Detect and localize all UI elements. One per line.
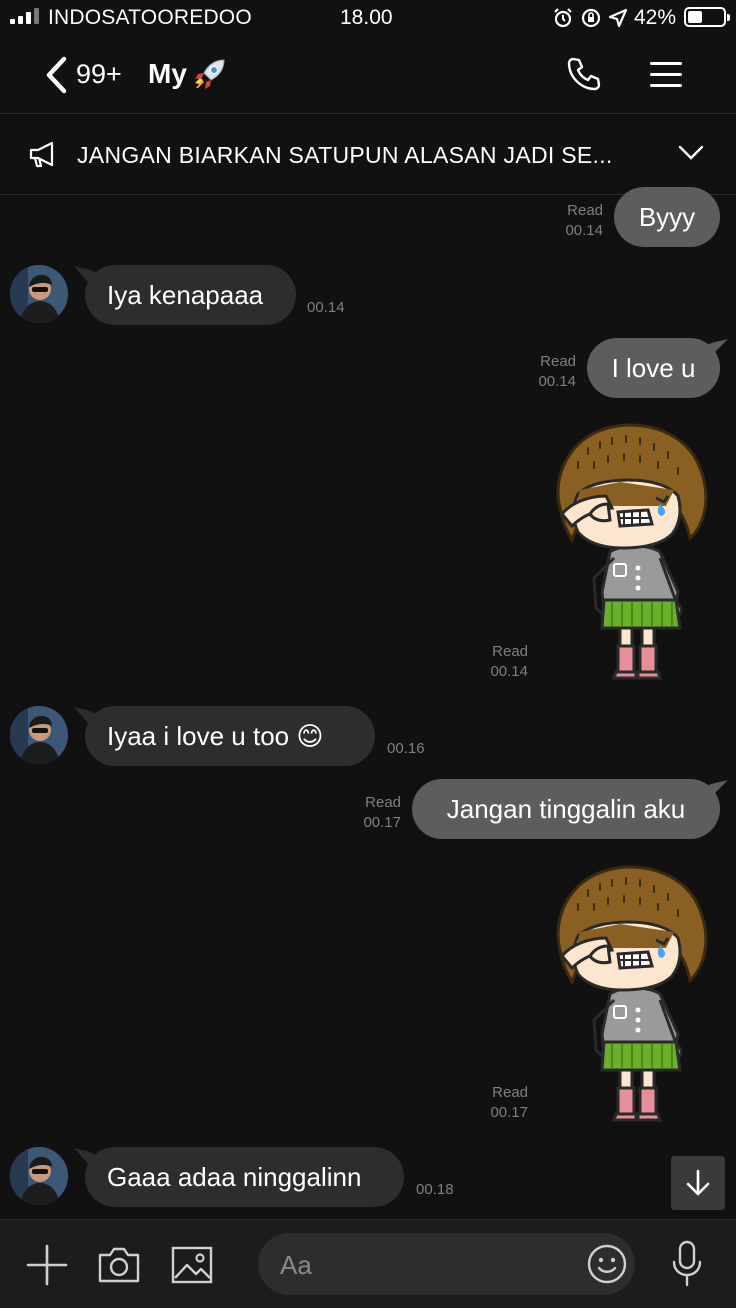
menu-icon[interactable] — [650, 62, 682, 88]
message-bubble-incoming[interactable]: Iyaa i love u too 😊 — [85, 706, 375, 766]
chevron-down-icon[interactable] — [678, 145, 704, 161]
signal-icon — [10, 8, 39, 24]
crying-girl-sticker[interactable] — [548, 860, 714, 1124]
message-time: 00.14 — [307, 299, 345, 316]
message-time: 00.17 — [363, 814, 401, 831]
emoji-icon[interactable] — [586, 1243, 628, 1285]
message-meta: Read 00.17 — [345, 793, 401, 833]
phone-call-icon[interactable] — [566, 56, 602, 92]
plus-icon[interactable] — [26, 1244, 68, 1286]
message-text: Byyy — [638, 201, 696, 232]
arrow-down-icon — [686, 1169, 710, 1196]
rocket-icon — [195, 59, 225, 89]
back-chevron-icon[interactable] — [40, 56, 72, 94]
message-input-placeholder: Aa — [280, 1250, 312, 1280]
message-meta: Read 00.14 — [548, 201, 603, 241]
message-meta: Read 00.14 — [472, 642, 528, 682]
read-receipt: Read — [365, 794, 401, 811]
message-text: Gaaa adaa ninggalinn — [107, 1161, 362, 1192]
scroll-to-bottom-button[interactable] — [671, 1156, 725, 1210]
alarm-icon — [554, 8, 572, 28]
announcement-banner[interactable]: JANGAN BIARKAN SATUPUN ALASAN JADI SE... — [0, 115, 736, 195]
message-meta: Read 00.17 — [472, 1083, 528, 1123]
message-text: Iyaa i love u too 😊 — [107, 720, 324, 751]
battery-percent: 42% — [634, 6, 677, 29]
battery-icon — [684, 7, 730, 27]
avatar[interactable] — [10, 1147, 68, 1205]
message-time: 00.18 — [416, 1181, 454, 1198]
image-icon[interactable] — [171, 1246, 213, 1284]
avatar[interactable] — [10, 265, 68, 323]
message-text: Iya kenapaaa — [107, 279, 264, 310]
message-bubble-incoming[interactable]: Iya kenapaaa — [85, 265, 296, 325]
location-icon — [608, 8, 628, 28]
message-time: 00.14 — [490, 663, 528, 680]
chat-header: 99+ My — [0, 36, 736, 114]
status-icons: 42% — [552, 6, 676, 30]
status-bar: INDOSATOOREDOO 18.00 42% — [0, 0, 736, 36]
message-input[interactable]: Aa — [258, 1233, 635, 1295]
message-time: 00.14 — [565, 222, 603, 239]
read-receipt: Read — [492, 1084, 528, 1101]
message-time: 00.14 — [538, 373, 576, 390]
message-bubble-outgoing[interactable]: Jangan tinggalin aku — [412, 779, 720, 839]
message-time: 00.16 — [387, 740, 425, 757]
unread-count[interactable]: 99+ — [76, 59, 122, 90]
message-meta: Read 00.14 — [520, 352, 576, 392]
message-bubble-outgoing[interactable]: I love u — [587, 338, 720, 398]
microphone-icon[interactable] — [670, 1240, 704, 1288]
message-text: Jangan tinggalin aku — [446, 793, 686, 824]
status-time: 18.00 — [340, 6, 393, 29]
announcement-text: JANGAN BIARKAN SATUPUN ALASAN JADI SE... — [77, 142, 613, 168]
message-time: 00.17 — [490, 1104, 528, 1121]
camera-icon[interactable] — [97, 1246, 141, 1284]
rotation-lock-icon — [581, 8, 601, 28]
message-bubble-incoming[interactable]: Gaaa adaa ninggalinn — [85, 1147, 404, 1207]
read-receipt: Read — [492, 643, 528, 660]
crying-girl-sticker[interactable] — [548, 418, 714, 682]
avatar[interactable] — [10, 706, 68, 764]
message-text: I love u — [611, 352, 696, 383]
carrier-name: INDOSATOOREDOO — [48, 6, 252, 29]
chat-title[interactable]: My — [148, 58, 187, 90]
read-receipt: Read — [540, 353, 576, 370]
megaphone-icon — [29, 141, 54, 168]
composer-bar: Aa — [0, 1219, 736, 1308]
message-bubble-outgoing[interactable]: Byyy — [614, 187, 720, 247]
read-receipt: Read — [567, 202, 603, 219]
